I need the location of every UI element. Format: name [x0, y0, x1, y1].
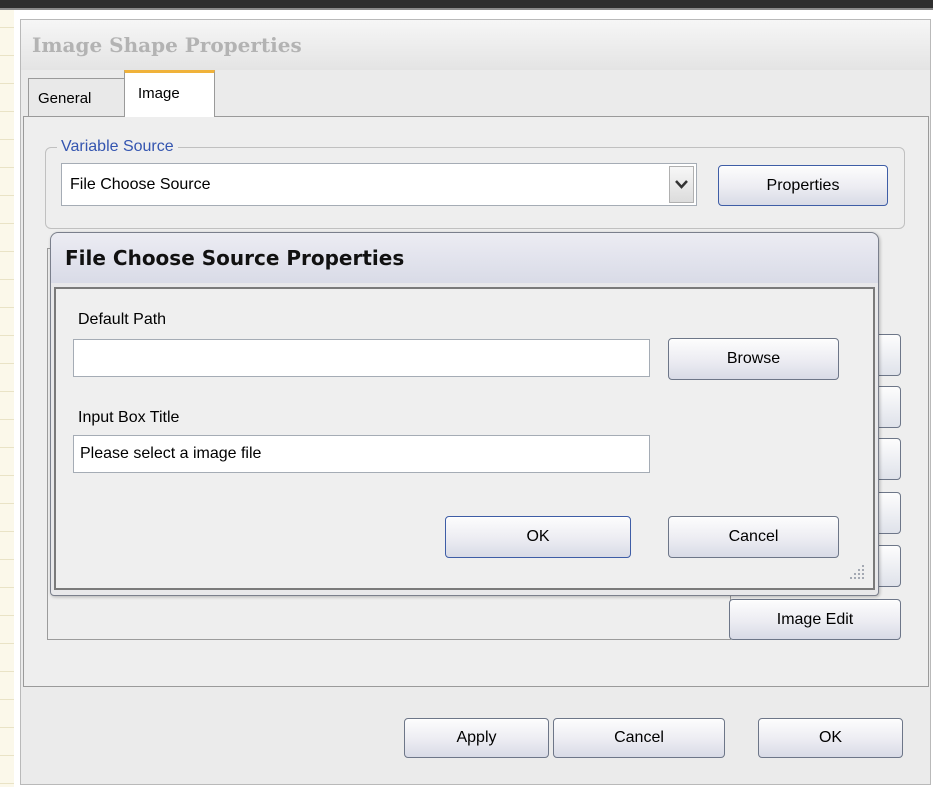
browse-button-label: Browse [726, 350, 781, 367]
image-edit-button-label: Image Edit [776, 611, 854, 628]
image-edit-button[interactable]: Image Edit [729, 599, 901, 640]
variable-source-selected: File Choose Source [70, 176, 211, 193]
cancel-button[interactable]: Cancel [553, 718, 725, 758]
cancel-button-label: Cancel [614, 729, 664, 746]
ok-button-label: OK [818, 729, 843, 746]
tab-image-label: Image [138, 85, 180, 102]
inner-cancel-button-label: Cancel [728, 528, 779, 545]
tab-image[interactable]: Image [124, 70, 215, 117]
chevron-down-icon [675, 180, 688, 189]
top-border [0, 0, 933, 8]
inner-ok-button-label: OK [526, 528, 550, 545]
apply-button[interactable]: Apply [404, 718, 549, 758]
inner-dialog-title: File Choose Source Properties [65, 246, 405, 270]
apply-button-label: Apply [456, 729, 497, 746]
ok-button[interactable]: OK [758, 718, 903, 758]
input-box-title-label: Input Box Title [78, 409, 180, 426]
properties-button-label: Properties [766, 177, 840, 194]
browse-button[interactable]: Browse [668, 338, 839, 380]
dialog-title: Image Shape Properties [32, 33, 302, 57]
inner-ok-button[interactable]: OK [445, 516, 631, 558]
resize-grip-icon[interactable] [845, 563, 871, 583]
input-box-title-input[interactable]: Please select a image file [73, 435, 650, 473]
default-path-input[interactable] [73, 339, 650, 377]
properties-button[interactable]: Properties [718, 165, 888, 206]
default-path-label: Default Path [78, 311, 167, 328]
dialog-titlebar: Image Shape Properties [21, 20, 930, 70]
input-box-title-value: Please select a image file [80, 445, 262, 462]
background-ruler [0, 0, 14, 787]
resize-dots-icon [850, 565, 864, 579]
dropdown-arrow-button[interactable] [669, 166, 694, 203]
tab-general[interactable]: General [28, 78, 125, 116]
inner-dialog-titlebar[interactable]: File Choose Source Properties [51, 233, 878, 283]
variable-source-select[interactable]: File Choose Source [61, 163, 697, 206]
inner-cancel-button[interactable]: Cancel [668, 516, 839, 558]
tab-general-label: General [38, 90, 92, 107]
top-border-shadow [0, 8, 933, 10]
variable-source-legend: Variable Source [57, 138, 178, 156]
